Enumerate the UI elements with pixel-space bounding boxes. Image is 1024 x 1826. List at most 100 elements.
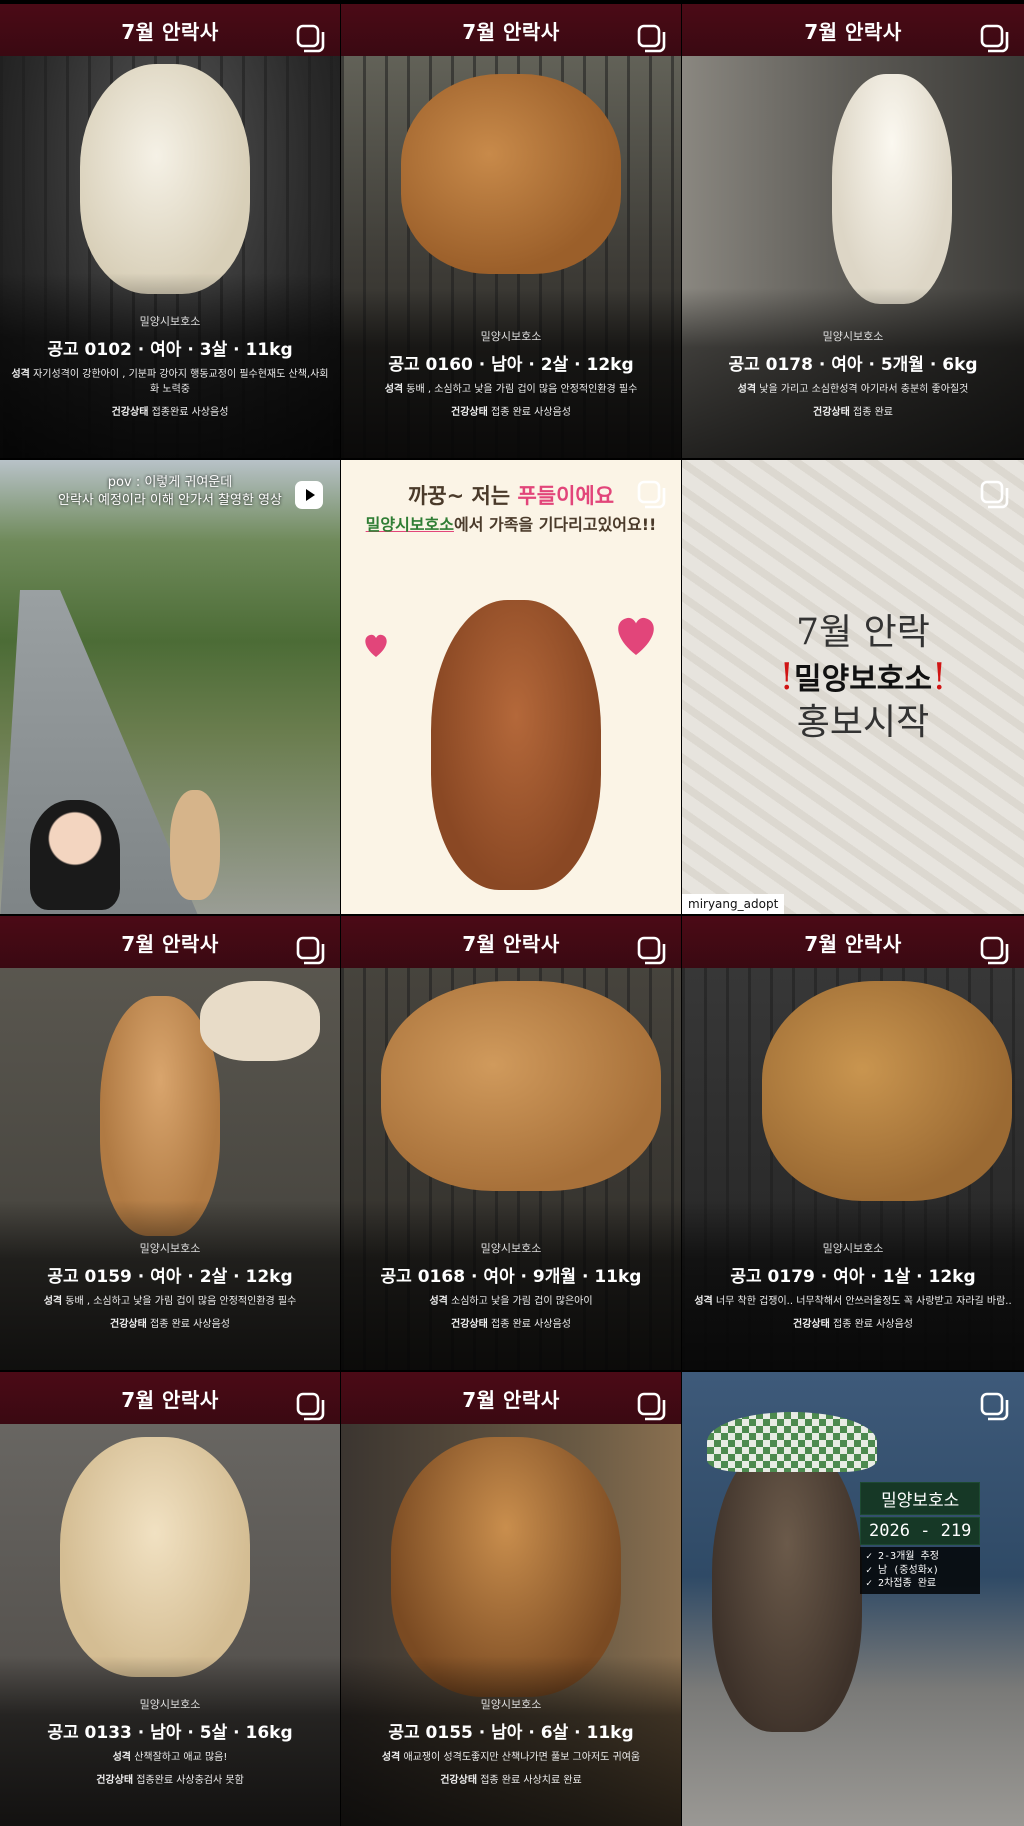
- dog-photo: [200, 981, 320, 1061]
- personality-value: 자기성격이 강한아이 , 기분파 강아지 행동교정이 필수현재도 산책,사회화 …: [33, 369, 329, 395]
- notice-summary: 공고 0159 · 여아 · 2살 · 12kg: [47, 1266, 293, 1287]
- personality-label: 성격: [43, 1295, 63, 1307]
- health-value: 접종 완료: [853, 407, 893, 418]
- health-text: 건강상태 접종 완료 사상음성: [349, 1315, 673, 1330]
- personality-label: 성격: [737, 383, 757, 395]
- post-info: 밀양시보호소 공고 0160 · 남아 · 2살 · 12kg 성격 동배 , …: [341, 287, 681, 458]
- post-tile[interactable]: 7월 안락사 밀양시보호소 공고 0155 · 남아 · 6살 · 11kg 성…: [341, 1372, 681, 1826]
- dog-photo: [60, 1437, 250, 1677]
- sand-line-3: 홍보시작: [796, 702, 930, 743]
- dog-photo: [381, 981, 661, 1191]
- carousel-icon: [296, 24, 325, 53]
- poster-line-1: 까꿍~ 저는 푸들이에요: [407, 484, 615, 508]
- post-banner: 7월 안락사: [341, 916, 681, 968]
- reel-caption-line-2: 안락사 예정이라 이해 안가서 찰영한 영상: [58, 493, 282, 509]
- personality-label: 성격: [381, 1751, 401, 1763]
- health-text: 건강상태 접종 완료: [690, 403, 1016, 418]
- badge-list-item: ✓ 남 (중성화x): [866, 1564, 939, 1576]
- post-banner: 7월 안락사: [0, 4, 340, 56]
- personality-value: 낯을 가리고 소심한성격 아기라서 충분히 좋아질것: [759, 383, 969, 395]
- health-label: 건강상태: [793, 1319, 830, 1330]
- heart-icon: [618, 617, 654, 655]
- dog-photo: [170, 790, 220, 900]
- health-text: 건강상태 접종 완료 사상음성: [690, 1315, 1016, 1330]
- post-banner: 7월 안락사: [0, 916, 340, 968]
- health-text: 건강상태 접종완료 사상충검사 못함: [8, 1771, 332, 1786]
- post-banner: 7월 안락사: [0, 1372, 340, 1424]
- profile-post-grid: 7월 안락사 밀양시보호소 공고 0102 · 여아 · 3살 · 11kg 성…: [0, 0, 1024, 1826]
- post-tile[interactable]: 밀양보호소 2026 - 219 ✓ 2-3개월 추정 ✓ 남 (중성화x) ✓…: [682, 1372, 1024, 1826]
- health-text: 건강상태 접종 완료 사상음성: [8, 1315, 332, 1330]
- personality-label: 성격: [429, 1295, 448, 1307]
- post-tile[interactable]: 7월 안락사 밀양시보호소 공고 0133 · 남아 · 5살 · 16kg 성…: [0, 1372, 340, 1826]
- notice-summary: 공고 0133 · 남아 · 5살 · 16kg: [47, 1722, 293, 1743]
- reel-tile[interactable]: pov : 이렇게 귀여운데 안락사 예정이라 이해 안가서 찰영한 영상: [0, 460, 340, 914]
- post-tile[interactable]: 까꿍~ 저는 푸들이에요 밀양시보호소에서 가족을 기다리고있어요!!: [341, 460, 681, 914]
- post-tile[interactable]: 7월 안락사 밀양시보호소 공고 0160 · 남아 · 2살 · 12kg 성…: [341, 4, 681, 458]
- badge-id: 2026 - 219: [860, 1517, 981, 1545]
- reel-icon: [295, 481, 323, 509]
- notice-summary: 공고 0155 · 남아 · 6살 · 11kg: [388, 1722, 634, 1743]
- carousel-icon: [296, 936, 325, 965]
- post-info: 밀양시보호소 공고 0159 · 여아 · 2살 · 12kg 성격 동배 , …: [0, 1199, 340, 1370]
- personality-text: 성격 자기성격이 강한아이 , 기분파 강아지 행동교정이 필수현재도 산책,사…: [8, 368, 332, 397]
- health-label: 건강상태: [96, 1775, 134, 1786]
- carousel-icon: [980, 936, 1009, 965]
- post-tile[interactable]: 7월 안락사 밀양시보호소 공고 0168 · 여아 · 9개월 · 11kg …: [341, 916, 681, 1370]
- carousel-icon: [296, 1392, 325, 1421]
- personality-label: 성격: [11, 369, 30, 380]
- health-value: 접종완료 사상음성: [151, 407, 229, 418]
- health-value: 접종완료 사상충검사 못함: [136, 1775, 244, 1786]
- post-info: 밀양시보호소 공고 0133 · 남아 · 5살 · 16kg 성격 산책잘하고…: [0, 1655, 340, 1826]
- health-value: 접종 완료 사상음성: [150, 1319, 230, 1330]
- post-banner: 7월 안락사: [682, 4, 1024, 56]
- shelter-name: 밀양시보호소: [139, 315, 201, 328]
- shelter-name: 밀양시보호소: [480, 1697, 542, 1711]
- notice-summary: 공고 0160 · 남아 · 2살 · 12kg: [388, 354, 634, 375]
- dog-photo: [832, 74, 952, 304]
- shelter-name: 밀양시보호소: [822, 1241, 884, 1255]
- personality-text: 성격 동배 , 소심하고 낯을 가림 겁이 많음 안정적인환경 필수: [8, 1295, 332, 1310]
- heart-icon: [365, 634, 387, 657]
- personality-value: 산책잘하고 애교 많음!: [134, 1751, 228, 1763]
- post-info: 밀양시보호소 공고 0179 · 여아 · 1살 · 12kg 성격 너무 착한…: [682, 1199, 1024, 1370]
- carousel-icon: [980, 24, 1009, 53]
- carousel-icon: [637, 24, 666, 53]
- carousel-icon: [637, 936, 666, 965]
- post-banner: 7월 안락사: [341, 1372, 681, 1424]
- personality-label: 성격: [384, 383, 404, 395]
- badge-shelter: 밀양보호소: [860, 1482, 981, 1515]
- post-tile[interactable]: 7월 안락사 밀양시보호소 공고 0179 · 여아 · 1살 · 12kg 성…: [682, 916, 1024, 1370]
- health-value: 접종 완료 사상음성: [833, 1319, 913, 1330]
- notice-summary: 공고 0168 · 여아 · 9개월 · 11kg: [380, 1266, 642, 1287]
- badge-list-item: ✓ 2-3개월 추정: [866, 1551, 939, 1562]
- health-label: 건강상태: [813, 407, 850, 418]
- health-value: 접종 완료 사상음성: [491, 1319, 571, 1330]
- shelter-name: 밀양시보호소: [139, 1697, 201, 1711]
- poster-line-2: 밀양시보호소에서 가족을 기다리고있어요!!: [365, 514, 657, 534]
- health-label: 건강상태: [451, 1319, 488, 1330]
- health-value: 접종 완료 사상치료 완료: [480, 1775, 582, 1786]
- post-tile[interactable]: 7월 안락 !밀양보호소! 홍보시작 miryang_adopt: [682, 460, 1024, 914]
- shelter-name: 밀양시보호소: [139, 1241, 201, 1255]
- health-value: 접종 완료 사상음성: [491, 407, 571, 418]
- personality-value: 너무 착한 겁쟁이.. 너무착해서 안쓰러울정도 꼭 사랑받고 자라길 바람..: [715, 1295, 1012, 1307]
- notice-summary: 공고 0178 · 여아 · 5개월 · 6kg: [728, 354, 978, 375]
- cartoon-girl-sticker: [30, 800, 120, 910]
- post-tile[interactable]: 7월 안락사 밀양시보호소 공고 0102 · 여아 · 3살 · 11kg 성…: [0, 4, 340, 458]
- personality-text: 성격 너무 착한 겁쟁이.. 너무착해서 안쓰러울정도 꼭 사랑받고 자라길 바…: [690, 1295, 1016, 1310]
- personality-text: 성격 소심하고 낯을 가림 겁이 많은아이: [349, 1295, 673, 1310]
- health-label: 건강상태: [440, 1775, 478, 1786]
- post-tile[interactable]: 7월 안락사 밀양시보호소 공고 0159 · 여아 · 2살 · 12kg 성…: [0, 916, 340, 1370]
- sand-line-1: 7월 안락: [796, 612, 930, 653]
- post-tile[interactable]: 7월 안락사 밀양시보호소 공고 0178 · 여아 · 5개월 · 6kg 성…: [682, 4, 1024, 458]
- health-text: 건강상태 접종 완료 사상음성: [349, 403, 673, 418]
- watermark: miryang_adopt: [682, 894, 785, 914]
- checkered-hat: [707, 1412, 877, 1472]
- dog-photo: [712, 1442, 862, 1732]
- personality-text: 성격 낯을 가리고 소심한성격 아기라서 충분히 좋아질것: [690, 383, 1016, 398]
- carousel-icon: [637, 1392, 666, 1421]
- personality-value: 애교쟁이 성격도좋지만 산책나가면 풀보 그아저도 귀여움: [403, 1751, 641, 1763]
- reel-caption-line-1: pov : 이렇게 귀여운데: [107, 475, 233, 490]
- reel-caption: pov : 이렇게 귀여운데 안락사 예정이라 이해 안가서 찰영한 영상: [0, 474, 340, 510]
